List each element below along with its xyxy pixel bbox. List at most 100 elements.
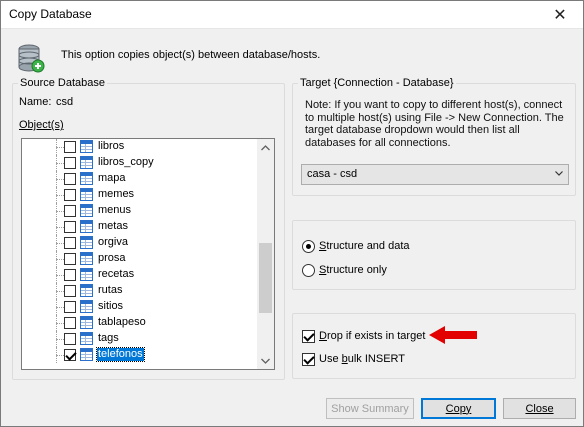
table-checkbox[interactable]	[64, 237, 76, 249]
table-label: tags	[98, 332, 119, 344]
tree-line	[56, 291, 64, 292]
objects-scrollbar[interactable]	[257, 139, 274, 369]
table-icon	[80, 316, 93, 329]
objects-label-text: Object(s)	[19, 119, 64, 131]
show-summary-button[interactable]: Show Summary	[326, 398, 414, 419]
copy-database-dialog: Copy Database ✕ This option copies objec…	[0, 0, 584, 427]
structure-options-group	[292, 220, 576, 290]
table-checkbox[interactable]	[64, 173, 76, 185]
table-row[interactable]: recetas	[22, 267, 256, 283]
table-checkbox[interactable]	[64, 205, 76, 217]
drop-if-exists-label: Drop if exists in target	[319, 330, 426, 342]
table-icon	[80, 332, 93, 345]
copy-options-group	[292, 313, 576, 379]
table-row[interactable]: tags	[22, 331, 256, 347]
copy-button-label: Copy	[445, 402, 472, 415]
table-checkbox[interactable]	[64, 285, 76, 297]
table-row[interactable]: menus	[22, 203, 256, 219]
table-checkbox[interactable]	[64, 349, 76, 361]
table-icon	[80, 348, 93, 361]
title-bar: Copy Database ✕	[1, 1, 583, 29]
table-label: libros_copy	[98, 156, 154, 168]
tree-line	[56, 163, 64, 164]
source-database-label: Source Database	[18, 77, 107, 89]
table-checkbox[interactable]	[64, 317, 76, 329]
table-label: prosa	[98, 252, 126, 264]
tree-line	[56, 275, 64, 276]
structure-and-data-label: Structure and data	[319, 240, 410, 252]
table-row[interactable]: libros	[22, 139, 256, 155]
structure-only-label: Structure only	[319, 264, 387, 276]
table-label: orgiva	[98, 236, 128, 248]
table-checkbox[interactable]	[64, 141, 76, 153]
table-checkbox[interactable]	[64, 301, 76, 313]
target-note: Note: If you want to copy to different h…	[305, 99, 564, 149]
table-checkbox[interactable]	[64, 269, 76, 281]
table-label: metas	[98, 220, 128, 232]
scroll-down-icon[interactable]	[257, 352, 274, 369]
table-row[interactable]: prosa	[22, 251, 256, 267]
table-label: sitios	[98, 300, 124, 312]
table-row[interactable]: libros_copy	[22, 155, 256, 171]
target-database-select[interactable]: casa - csd	[301, 164, 569, 185]
table-label: tablapeso	[98, 316, 146, 328]
table-icon	[80, 156, 93, 169]
table-row[interactable]: sitios	[22, 299, 256, 315]
scroll-thumb[interactable]	[259, 243, 272, 313]
table-row[interactable]: memes	[22, 187, 256, 203]
table-checkbox[interactable]	[64, 333, 76, 345]
table-icon	[80, 236, 93, 249]
target-database-value: casa - csd	[307, 168, 358, 180]
structure-and-data-radio[interactable]	[302, 240, 315, 253]
table-row[interactable]: telefonos	[22, 347, 256, 363]
target-group-label: Target {Connection - Database}	[298, 77, 456, 89]
database-icon	[18, 44, 45, 73]
scroll-up-icon[interactable]	[257, 139, 274, 156]
table-label: telefonos	[96, 347, 145, 362]
table-label: recetas	[98, 268, 135, 280]
close-button-label: Close	[525, 402, 554, 415]
tree-line	[56, 179, 64, 180]
close-window-icon[interactable]: ✕	[537, 1, 583, 29]
source-name-value: csd	[56, 96, 74, 108]
table-label: menus	[98, 204, 132, 216]
table-icon	[80, 268, 93, 281]
table-row[interactable]: tablapeso	[22, 315, 256, 331]
info-text: This option copies object(s) between dat…	[61, 49, 321, 61]
table-row[interactable]: orgiva	[22, 235, 256, 251]
drop-if-exists-checkbox[interactable]	[302, 330, 315, 343]
tree-line	[56, 307, 64, 308]
table-icon	[80, 220, 93, 233]
tree-line	[56, 227, 64, 228]
table-label: mapa	[98, 172, 126, 184]
structure-only-radio[interactable]	[302, 264, 315, 277]
table-checkbox[interactable]	[64, 221, 76, 233]
table-checkbox[interactable]	[64, 157, 76, 169]
table-label: libros	[98, 140, 125, 152]
table-label: rutas	[98, 284, 123, 296]
tree-line	[56, 339, 64, 340]
use-bulk-insert-checkbox[interactable]	[302, 353, 315, 366]
source-name-label: Name:	[19, 96, 52, 108]
table-row[interactable]: mapa	[22, 171, 256, 187]
objects-tree-rows: libros libros_copymapa memes menus metas orgi…	[22, 139, 256, 363]
table-row[interactable]: rutas	[22, 283, 256, 299]
table-row[interactable]: metas	[22, 219, 256, 235]
copy-button[interactable]: Copy	[421, 398, 496, 419]
tree-line	[56, 147, 64, 148]
close-button[interactable]: Close	[503, 398, 576, 419]
table-label: memes	[98, 188, 135, 200]
objects-label: Object(s)	[19, 119, 64, 131]
tree-line	[56, 195, 64, 196]
table-checkbox[interactable]	[64, 189, 76, 201]
table-checkbox[interactable]	[64, 253, 76, 265]
objects-tree[interactable]: libros libros_copymapa memes menus metas orgi…	[21, 138, 275, 370]
table-icon	[80, 172, 93, 185]
table-icon	[80, 300, 93, 313]
tree-line	[56, 211, 64, 212]
table-icon	[80, 188, 93, 201]
table-icon	[80, 284, 93, 297]
tree-line	[56, 355, 64, 356]
window-title: Copy Database	[9, 7, 92, 21]
use-bulk-insert-label: Use bulk INSERT	[319, 353, 406, 365]
